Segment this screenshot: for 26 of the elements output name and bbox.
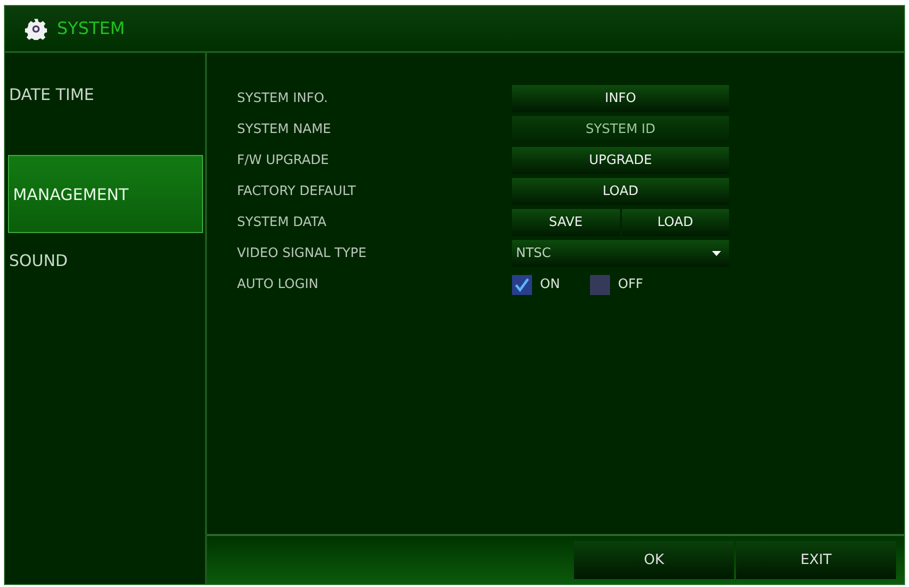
setting-label: FACTORY DEFAULT xyxy=(237,184,357,199)
setting-button[interactable]: SAVE xyxy=(512,209,620,236)
footer-button[interactable]: OK xyxy=(574,541,734,579)
checkbox[interactable] xyxy=(590,274,610,294)
checkbox-label: OFF xyxy=(618,277,644,292)
setting-label: F/W UPGRADE xyxy=(237,153,330,168)
setting-label: VIDEO SIGNAL TYPE xyxy=(237,246,368,261)
signal-dropdown[interactable]: NTSC xyxy=(512,240,729,267)
setting-button[interactable]: LOAD xyxy=(622,209,729,236)
footer-button[interactable]: EXIT xyxy=(736,541,896,579)
setting-button[interactable]: INFO xyxy=(512,85,729,112)
sidebar-item[interactable]: SOUND xyxy=(5,245,205,309)
checkbox-label: ON xyxy=(540,277,560,292)
checkbox[interactable] xyxy=(512,274,532,294)
setting-button[interactable]: LOAD xyxy=(512,178,729,205)
name-field[interactable]: SYSTEM ID xyxy=(512,116,729,143)
setting-label: SYSTEM NAME xyxy=(237,122,332,137)
setting-label: SYSTEM INFO. xyxy=(237,91,329,106)
setting-label: SYSTEM DATA xyxy=(237,215,328,230)
setting-button[interactable]: UPGRADE xyxy=(512,147,729,174)
setting-label: AUTO LOGIN xyxy=(237,277,320,292)
window-title: SYSTEM xyxy=(57,18,125,38)
gear-icon xyxy=(25,18,47,40)
sidebar-item[interactable]: DATE TIME xyxy=(5,79,205,143)
caret-icon xyxy=(712,251,721,256)
sidebar-item[interactable]: MANAGEMENT xyxy=(8,155,203,233)
